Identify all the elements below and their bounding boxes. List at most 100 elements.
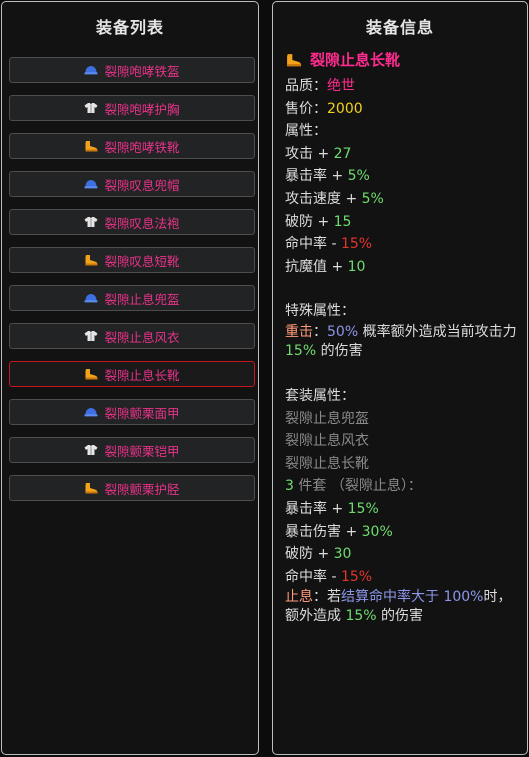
special-chance: 50% — [327, 323, 359, 340]
set-member: 裂隙止息风衣 — [285, 433, 369, 450]
stat-op: - — [331, 236, 337, 253]
stat-op: - — [331, 568, 337, 585]
stat-name: 命中率 — [285, 568, 327, 585]
equipment-item[interactable]: 裂隙颤栗护胫 — [9, 475, 255, 501]
equipment-item-label: 裂隙叹息法袍 — [104, 215, 180, 231]
equipment-item[interactable]: 裂隙叹息短靴 — [9, 247, 255, 273]
quality-value: 绝世 — [327, 78, 355, 94]
equipment-item-label: 裂隙止息长靴 — [104, 367, 180, 383]
special-name: 重击 — [285, 323, 313, 340]
stat-name: 破防 — [285, 213, 313, 230]
stat-op: + — [317, 213, 330, 230]
boot-icon — [285, 53, 302, 67]
equipment-item-label: 裂隙咆哮铁盔 — [104, 63, 180, 79]
price-label: 售价： — [285, 100, 327, 117]
equipment-item[interactable]: 裂隙咆哮护胸 — [9, 95, 255, 121]
equipment-list-title: 装备列表 — [95, 18, 164, 37]
stat-op: + — [331, 500, 344, 517]
stat-name: 攻击 — [285, 145, 313, 162]
equipment-item-label: 裂隙颤栗铠甲 — [104, 443, 180, 459]
helmet-icon — [84, 178, 98, 190]
equipment-item-label: 裂隙止息兜盔 — [104, 291, 180, 307]
equipment-item[interactable]: 裂隙颤栗面甲 — [9, 399, 255, 425]
stat-op: + — [345, 523, 358, 540]
special-pct: 15% — [285, 342, 317, 359]
stat-row: 攻击速度 + 5% — [285, 188, 521, 211]
equipment-item-label: 裂隙颤栗护胫 — [104, 481, 180, 497]
special-attribute: 重击：50% 概率额外造成当前攻击力 15% 的伤害 — [285, 323, 517, 359]
armor-icon — [84, 216, 98, 228]
stat-name: 暴击伤害 — [285, 523, 341, 540]
equipment-item[interactable]: 裂隙咆哮铁靴 — [9, 133, 255, 159]
set-special-name: 止息 — [285, 589, 313, 606]
attributes-header: 属性： — [285, 123, 327, 140]
price-row: 售价：2000 — [285, 98, 521, 121]
item-name-row: 裂隙止息长靴 — [285, 50, 521, 70]
stat-row: 破防 + 15 — [285, 211, 521, 234]
stat-value: 5% — [361, 190, 384, 207]
equipment-item-label: 裂隙叹息兜帽 — [104, 177, 180, 193]
stat-op: + — [331, 168, 344, 185]
stat-op: + — [317, 145, 330, 162]
set-special-pct: 15% — [345, 608, 377, 625]
stat-name: 暴击率 — [285, 500, 327, 517]
equipment-info-body: 裂隙止息长靴 品质：绝世 售价：2000 属性： 攻击 + 27 暴击率 + 5%… — [285, 50, 521, 628]
price-value: 2000 — [327, 100, 363, 117]
set-special: 止息：若结算命中率大于 100%时，额外造成 15% 的伤害 — [285, 589, 512, 625]
stat-op: + — [317, 546, 330, 563]
equipment-list: 裂隙咆哮铁盔 裂隙咆哮护胸 裂隙咆哮铁靴 裂隙叹息兜帽 裂隙叹息法袍 裂隙叹息短靴 裂隙止息… — [9, 57, 255, 513]
boot-icon — [84, 368, 98, 380]
equipment-item-label: 裂隙咆哮铁靴 — [104, 139, 180, 155]
armor-icon — [84, 330, 98, 342]
set-attributes-header: 套装属性： — [285, 387, 355, 404]
stat-value: 15% — [340, 236, 373, 253]
stat-op: + — [345, 190, 358, 207]
quality-row: 品质：绝世 — [285, 75, 521, 98]
stat-row: 暴击率 + 15% — [285, 498, 521, 521]
boot-icon — [84, 254, 98, 266]
stat-row: 破防 + 30 — [285, 543, 521, 566]
set-member: 裂隙止息长靴 — [285, 455, 369, 472]
stat-value: 15% — [347, 500, 379, 517]
special-attributes-header: 特殊属性： — [285, 303, 355, 320]
helmet-icon — [84, 406, 98, 418]
stat-name: 命中率 — [285, 236, 327, 253]
equipment-item[interactable]: 裂隙止息长靴 — [9, 361, 255, 387]
equipment-item-label: 裂隙止息风衣 — [104, 329, 180, 345]
item-name: 裂隙止息长靴 — [310, 51, 401, 69]
stat-value: 15% — [340, 568, 373, 585]
stat-name: 抗魔值 — [285, 258, 327, 275]
set-special-condition: 结算命中率大于 100% — [341, 589, 484, 606]
stat-value: 5% — [347, 168, 370, 185]
stat-row: 命中率 - 15% — [285, 566, 521, 589]
stat-value: 27 — [333, 145, 352, 162]
set-count-text: 件套 （裂隙止息）： — [298, 478, 422, 495]
stat-row: 抗魔值 + 10 — [285, 256, 521, 279]
equipment-item[interactable]: 裂隙叹息法袍 — [9, 209, 255, 235]
set-count: 3 — [285, 478, 294, 495]
equipment-item[interactable]: 裂隙止息风衣 — [9, 323, 255, 349]
set-member: 裂隙止息兜盔 — [285, 410, 369, 427]
stat-op: + — [331, 258, 344, 275]
helmet-icon — [84, 64, 98, 76]
set-bonus-list: 暴击率 + 15% 暴击伤害 + 30% 破防 + 30 命中率 - 15% — [285, 498, 521, 588]
stat-value: 30 — [333, 546, 352, 563]
equipment-list-panel: 装备列表 裂隙咆哮铁盔 裂隙咆哮护胸 裂隙咆哮铁靴 裂隙叹息兜帽 裂隙叹息法袍 裂隙叹息短… — [1, 1, 259, 755]
stat-row: 命中率 - 15% — [285, 233, 521, 256]
equipment-info-panel: 装备信息 裂隙止息长靴 品质：绝世 售价：2000 属性： 攻击 + 27 暴击率… — [272, 1, 528, 755]
stat-value: 30% — [361, 523, 393, 540]
equipment-item-label: 裂隙咆哮护胸 — [104, 101, 180, 117]
helmet-icon — [84, 292, 98, 304]
equipment-item[interactable]: 裂隙咆哮铁盔 — [9, 57, 255, 83]
equipment-item[interactable]: 裂隙颤栗铠甲 — [9, 437, 255, 463]
stat-row: 攻击 + 27 — [285, 143, 521, 166]
boot-icon — [84, 140, 98, 152]
equipment-item-label: 裂隙颤栗面甲 — [104, 405, 180, 421]
set-count-row: 3 件套 （裂隙止息）： — [285, 475, 521, 498]
equipment-item-label: 裂隙叹息短靴 — [104, 253, 180, 269]
equipment-item[interactable]: 裂隙叹息兜帽 — [9, 171, 255, 197]
stat-value: 10 — [347, 258, 366, 275]
boot-icon — [84, 482, 98, 494]
equipment-item[interactable]: 裂隙止息兜盔 — [9, 285, 255, 311]
stat-row: 暴击伤害 + 30% — [285, 521, 521, 544]
